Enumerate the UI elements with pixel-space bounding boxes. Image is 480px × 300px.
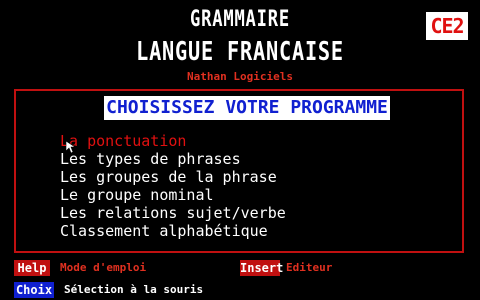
choice-row: Choix Sélection à la souris [14, 282, 474, 298]
program-menu: La ponctuation Les types de phrases Les … [60, 132, 440, 240]
app-title-line2: LANGUE FRANCAISE [136, 37, 344, 67]
menu-item-groupes-de-la-phrase[interactable]: Les groupes de la phrase [60, 168, 440, 186]
menu-item-relations-sujet-verbe[interactable]: Les relations sujet/verbe [60, 204, 440, 222]
menu-item-classement-alphabetique[interactable]: Classement alphabétique [60, 222, 440, 240]
insert-key-button[interactable]: Insert [240, 260, 283, 276]
insert-label: Editeur [286, 261, 333, 274]
help-label: Mode d'emploi [60, 261, 147, 274]
menu-item-groupe-nominal[interactable]: Le groupe nominal [60, 186, 440, 204]
mouse-pointer-icon [66, 141, 76, 153]
panel-heading: CHOISISSEZ VOTRE PROGRAMME [104, 96, 390, 120]
level-badge: CE2 [426, 12, 468, 40]
menu-item-types-de-phrases[interactable]: Les types de phrases [60, 150, 440, 168]
menu-item-ponctuation[interactable]: La ponctuation [60, 132, 440, 150]
choice-label: Sélection à la souris [64, 283, 204, 296]
help-key-button[interactable]: Help [14, 260, 50, 276]
publisher-label: Nathan Logiciels [187, 70, 293, 83]
choice-key-button[interactable]: Choix [14, 282, 54, 298]
help-row: Help Mode d'emploi Insert Editeur [14, 260, 474, 276]
app-title-line1: GRAMMAIRE [189, 7, 291, 32]
